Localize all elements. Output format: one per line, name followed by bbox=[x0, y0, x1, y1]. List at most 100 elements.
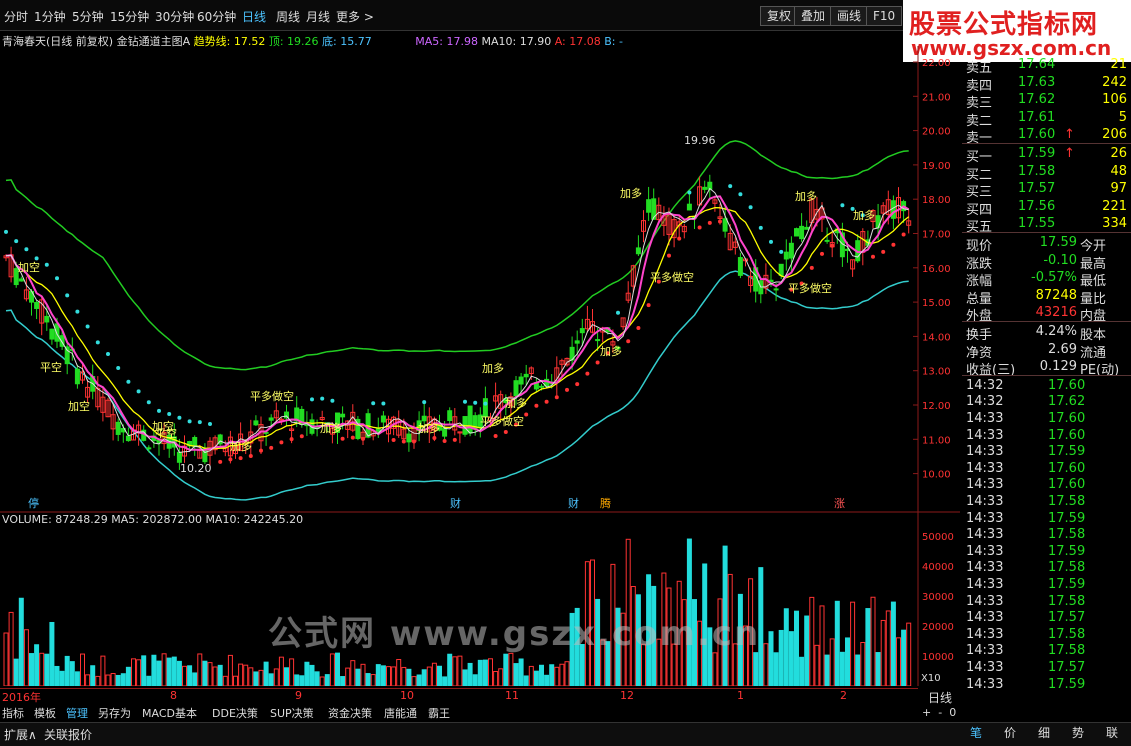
zoom-reset-button[interactable]: 0 bbox=[949, 706, 956, 719]
tab-timeframe-5[interactable]: 60分钟 bbox=[197, 8, 236, 25]
stat-value: 43216 bbox=[1035, 305, 1077, 321]
tab-timeframe-9[interactable]: 更多 > bbox=[336, 8, 374, 25]
tab-trend[interactable]: 势 bbox=[1064, 724, 1092, 742]
tab-timeframe-0[interactable]: 分时 bbox=[4, 8, 28, 25]
tab-timeframe-6[interactable]: 日线 bbox=[242, 8, 266, 25]
volume-bar bbox=[437, 665, 442, 686]
stat-label-right: 股本 bbox=[1080, 328, 1107, 343]
bottom-tab-3[interactable]: 另存为 bbox=[98, 705, 131, 721]
tab-price[interactable]: 价 bbox=[996, 724, 1024, 742]
zoom-controls: + - 0 bbox=[922, 706, 956, 719]
date-tick: 8 bbox=[170, 689, 177, 702]
tick-row: 14:33 17.58 bbox=[962, 527, 1131, 543]
candle-body bbox=[824, 239, 830, 242]
volume-bar bbox=[54, 665, 60, 686]
signal-label: 加多 bbox=[482, 361, 504, 375]
adjust-price-button[interactable]: 复权 bbox=[760, 6, 799, 26]
volume-tick: 30000 bbox=[922, 592, 954, 603]
tab-ticks[interactable]: 笔 bbox=[962, 724, 990, 742]
indicator-tabs: 指标 模板 管理 另存为 MACD基本 DDE决策 SUP决策 资金决策 唐能通 霸王 bbox=[0, 704, 1131, 722]
draw-line-button[interactable]: 画线 bbox=[830, 6, 869, 26]
volume-bar bbox=[13, 658, 19, 686]
volume-bar bbox=[839, 651, 845, 686]
stop-dot bbox=[503, 429, 508, 434]
volume-bar bbox=[457, 655, 463, 686]
candle-body bbox=[778, 263, 784, 276]
expand-button[interactable]: 扩展∧ bbox=[4, 726, 37, 743]
bottom-tab-5[interactable]: DDE决策 bbox=[212, 705, 258, 721]
candle-body bbox=[192, 437, 198, 448]
signal-label: 加多 bbox=[230, 439, 252, 453]
stop-dot bbox=[463, 399, 467, 404]
price-tick: 20.00 bbox=[922, 127, 951, 138]
stat-label: 涨跌 bbox=[966, 256, 993, 272]
tick-price: 17.59 bbox=[1048, 577, 1086, 592]
tick-price: 17.60 bbox=[1048, 460, 1086, 476]
stat-label-right: 今开 bbox=[1080, 239, 1107, 254]
stop-dot bbox=[820, 251, 824, 256]
stop-dot bbox=[626, 339, 631, 344]
zoom-in-button[interactable]: + bbox=[922, 706, 931, 719]
signal-label: 加多 bbox=[418, 421, 440, 435]
bottom-tab-0[interactable]: 指标 bbox=[2, 705, 24, 721]
candle-body bbox=[875, 215, 881, 229]
tab-timeframe-4[interactable]: 30分钟 bbox=[155, 8, 194, 25]
zoom-out-button[interactable]: - bbox=[938, 706, 942, 719]
bottom-tab-7[interactable]: 资金决策 bbox=[328, 705, 372, 721]
tab-timeframe-8[interactable]: 月线 bbox=[306, 8, 330, 25]
candle-body bbox=[646, 199, 652, 213]
linked-quote-button[interactable]: 关联报价 bbox=[44, 726, 92, 743]
volume-bar bbox=[375, 664, 381, 686]
bottom-tab-8[interactable]: 唐能通 bbox=[384, 705, 417, 721]
stat-row: 净资 2.69 流通 bbox=[962, 342, 1131, 361]
volume-bar bbox=[156, 660, 162, 686]
stop-dot bbox=[55, 276, 59, 281]
volume-bar bbox=[217, 664, 223, 686]
candle-body bbox=[253, 420, 259, 426]
volume-tick: 10000 bbox=[922, 652, 954, 663]
stop-dot bbox=[177, 415, 182, 420]
tick-row: 14:33 17.58 bbox=[962, 643, 1131, 659]
kline-chart[interactable]: 加空平空加空加空平空平多做空加多加多 加多平多做空加多加多加多平多做空加多平多做空… bbox=[0, 46, 960, 686]
tick-time: 14:33 bbox=[966, 660, 1004, 675]
ask-label: 卖三 bbox=[966, 96, 993, 112]
tab-timeframe-7[interactable]: 周线 bbox=[276, 8, 300, 25]
tick-price: 17.59 bbox=[1048, 510, 1086, 526]
volume-bar bbox=[197, 653, 203, 686]
candle-body bbox=[278, 418, 284, 421]
tab-timeframe-2[interactable]: 5分钟 bbox=[72, 8, 104, 25]
signal-label: 加多 bbox=[320, 421, 342, 435]
tick-price: 17.58 bbox=[1048, 593, 1086, 609]
f10-button[interactable]: F10 bbox=[866, 6, 903, 26]
tick-time: 14:33 bbox=[966, 444, 1004, 460]
bottom-tab-9[interactable]: 霸王 bbox=[428, 705, 450, 721]
tick-price: 17.60 bbox=[1048, 377, 1086, 393]
bid-price: 17.59 bbox=[1018, 146, 1056, 161]
ask-volume: 5 bbox=[1118, 109, 1127, 125]
tab-timeframe-3[interactable]: 15分钟 bbox=[110, 8, 149, 25]
price-tick: 14.00 bbox=[922, 332, 951, 343]
volume-bar bbox=[518, 658, 524, 686]
tab-timeframe-1[interactable]: 1分钟 bbox=[34, 8, 66, 25]
volume-bar bbox=[166, 657, 172, 686]
tick-row: 14:33 17.59 bbox=[962, 577, 1131, 593]
bottom-tab-1[interactable]: 模板 bbox=[34, 705, 56, 721]
bottom-tab-2[interactable]: 管理 bbox=[66, 705, 88, 721]
stop-dot bbox=[75, 309, 80, 314]
stop-dot bbox=[769, 239, 773, 244]
tab-linked[interactable]: 联 bbox=[1098, 724, 1126, 742]
volume-bar bbox=[243, 664, 249, 686]
tab-detail[interactable]: 细 bbox=[1030, 724, 1058, 742]
volume-bar bbox=[268, 673, 274, 686]
candle-body bbox=[34, 302, 40, 309]
candle-body bbox=[794, 228, 799, 237]
candle-body bbox=[263, 431, 269, 434]
volume-bar bbox=[824, 654, 830, 686]
overlay-button[interactable]: 叠加 bbox=[794, 6, 833, 26]
bottom-tab-6[interactable]: SUP决策 bbox=[270, 705, 314, 721]
volume-bar bbox=[80, 653, 85, 686]
bottom-tab-4[interactable]: MACD基本 bbox=[142, 705, 197, 721]
ask-price: 17.64 bbox=[1018, 57, 1056, 72]
candle-body bbox=[513, 380, 519, 397]
divider bbox=[962, 321, 1131, 322]
